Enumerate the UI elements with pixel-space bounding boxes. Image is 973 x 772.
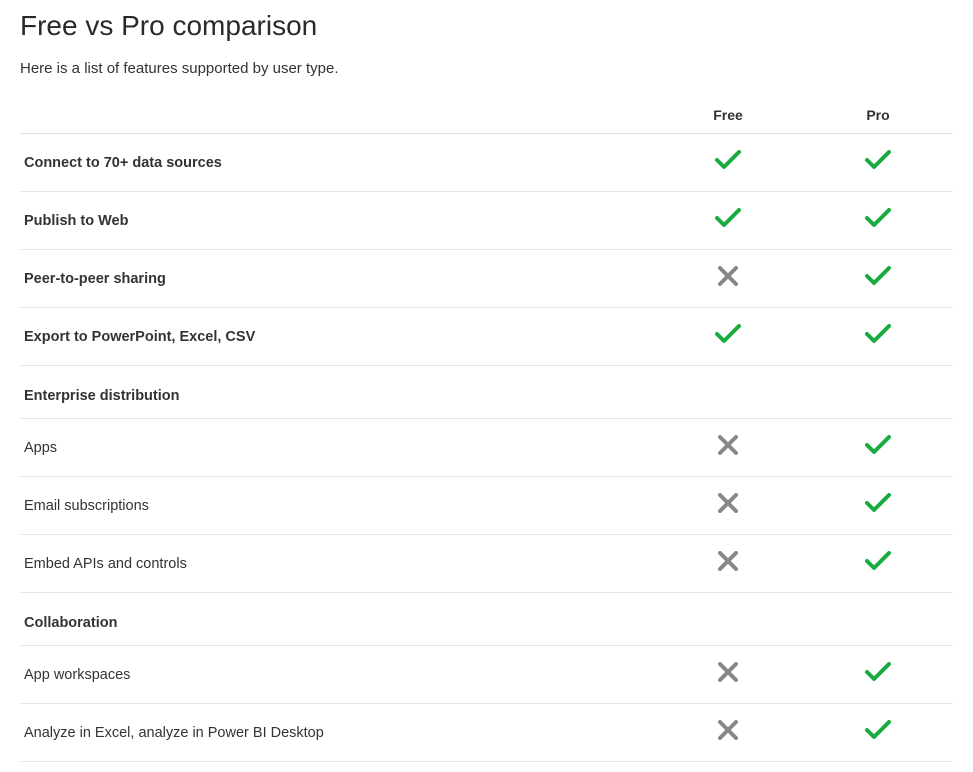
cell-free [653,308,803,366]
cross-icon [718,662,738,682]
cell-pro [803,192,953,250]
table-row: App workspaces [20,646,953,704]
check-icon [865,435,891,455]
table-row: Email subscriptions [20,477,953,535]
page-subtitle: Here is a list of features supported by … [20,60,953,77]
cell-pro [803,419,953,477]
cell-pro [803,477,953,535]
cell-pro [803,535,953,593]
cross-icon [718,493,738,513]
section-header: Enterprise distribution [20,366,653,419]
check-icon [715,150,741,170]
table-row: Peer-to-peer sharing [20,250,953,308]
cross-icon [718,720,738,740]
table-row: Enterprise distribution [20,366,953,419]
table-row: Collaboration [20,593,953,646]
cell-free [653,192,803,250]
table-row: Export to PowerPoint, Excel, CSV [20,308,953,366]
table-row: Publish to Web [20,192,953,250]
check-icon [865,493,891,513]
cell-pro [803,134,953,192]
page-title: Free vs Pro comparison [20,10,953,42]
feature-label: Export to PowerPoint, Excel, CSV [20,308,653,366]
table-row: Embed APIs and controls [20,535,953,593]
cell-free [653,366,803,419]
check-icon [715,324,741,344]
cell-pro [803,593,953,646]
feature-label: Email subscriptions [20,477,653,535]
cell-pro [803,308,953,366]
cross-icon [718,266,738,286]
cell-pro [803,704,953,762]
col-header-pro: Pro [803,99,953,134]
cell-free [653,134,803,192]
comparison-table: Free Pro Connect to 70+ data sourcesPubl… [20,99,953,762]
cell-free [653,535,803,593]
cell-free [653,477,803,535]
feature-label: Peer-to-peer sharing [20,250,653,308]
cell-free [653,593,803,646]
col-header-feature [20,99,653,134]
feature-label: Connect to 70+ data sources [20,134,653,192]
check-icon [865,324,891,344]
table-row: Connect to 70+ data sources [20,134,953,192]
table-row: Analyze in Excel, analyze in Power BI De… [20,704,953,762]
check-icon [865,720,891,740]
check-icon [865,266,891,286]
feature-label: Embed APIs and controls [20,535,653,593]
check-icon [865,551,891,571]
section-header: Collaboration [20,593,653,646]
cell-pro [803,250,953,308]
table-row: Apps [20,419,953,477]
check-icon [865,208,891,228]
cell-free [653,250,803,308]
check-icon [715,208,741,228]
cell-pro [803,366,953,419]
check-icon [865,150,891,170]
feature-label: App workspaces [20,646,653,704]
cell-pro [803,646,953,704]
cell-free [653,419,803,477]
feature-label: Apps [20,419,653,477]
cell-free [653,646,803,704]
cross-icon [718,435,738,455]
feature-label: Analyze in Excel, analyze in Power BI De… [20,704,653,762]
check-icon [865,662,891,682]
cross-icon [718,551,738,571]
feature-label: Publish to Web [20,192,653,250]
col-header-free: Free [653,99,803,134]
cell-free [653,704,803,762]
